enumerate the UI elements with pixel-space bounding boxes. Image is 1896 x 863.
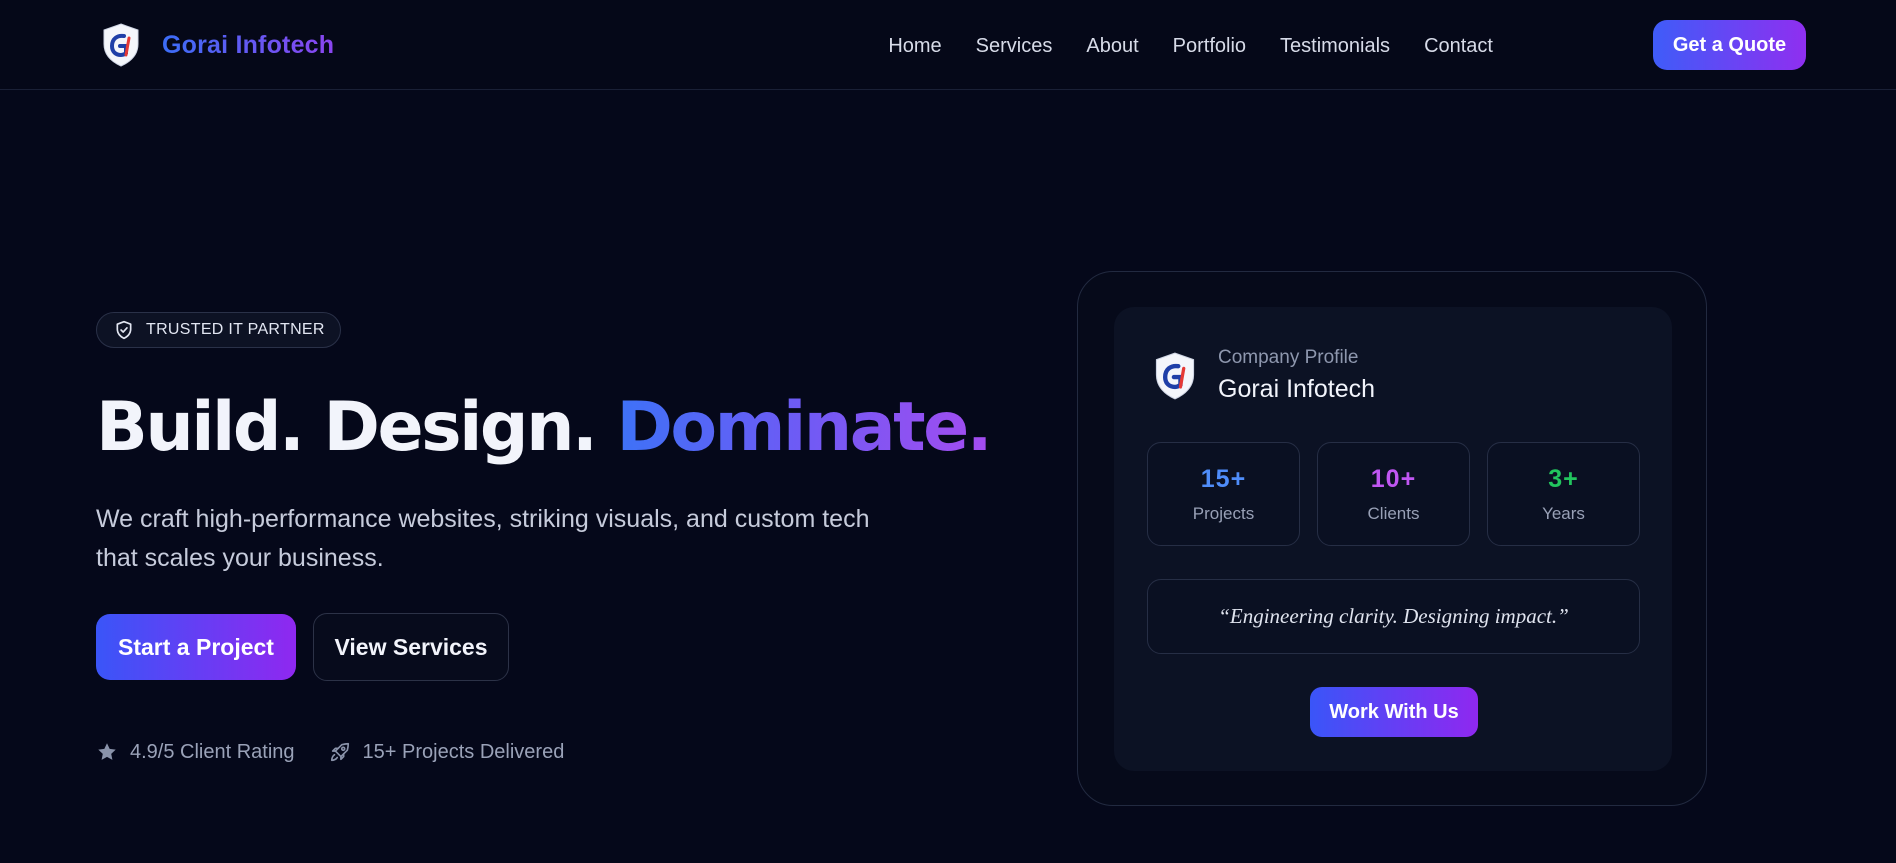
headline-plain: Build. Design. — [96, 388, 617, 467]
work-with-us-button[interactable]: Work With Us — [1310, 687, 1478, 737]
shield-gi-logo-icon — [103, 23, 139, 67]
client-rating-stat: 4.9/5 Client Rating — [96, 741, 295, 764]
headline-accent: Dominate. — [616, 388, 992, 467]
profile-header: Company Profile Gorai Infotech — [1154, 347, 1375, 404]
get-quote-button[interactable]: Get a Quote — [1653, 20, 1806, 70]
main-nav: Home Services About Portfolio Testimonia… — [888, 26, 1493, 66]
shield-gi-logo-icon — [1155, 352, 1195, 400]
shield-check-icon — [116, 320, 132, 340]
stat-value: 15+ — [1200, 464, 1247, 493]
company-quote: “Engineering clarity. Designing impact.” — [1147, 579, 1640, 654]
hero-subtitle: We craft high-performance websites, stri… — [96, 505, 870, 572]
client-rating-label: 4.9/5 Client Rating — [130, 740, 295, 763]
badge-label: TRUSTED IT PARTNER — [146, 321, 325, 338]
projects-delivered-stat: 15+ Projects Delivered — [329, 740, 565, 764]
nav-link-contact[interactable]: Contact — [1424, 35, 1493, 58]
company-profile-panel: Company Profile Gorai Infotech 15+ Proje… — [1114, 307, 1672, 771]
site-header: Gorai Infotech Home Services About Portf… — [0, 0, 1896, 90]
rocket-icon — [330, 742, 349, 762]
trusted-partner-badge: TRUSTED IT PARTNER — [96, 312, 341, 348]
profile-stats: 15+ Projects 10+ Clients 3+ Years — [1147, 442, 1640, 546]
nav-link-portfolio[interactable]: Portfolio — [1173, 35, 1246, 58]
nav-link-testimonials[interactable]: Testimonials — [1280, 35, 1390, 58]
nav-link-home[interactable]: Home — [888, 35, 941, 58]
profile-company-name: Gorai Infotech — [1218, 375, 1376, 403]
stat-box-years: 3+ Years — [1487, 442, 1640, 546]
stat-box-projects: 15+ Projects — [1147, 442, 1300, 546]
brand-logo-link[interactable]: Gorai Infotech — [102, 22, 334, 68]
stat-value: 10+ — [1370, 464, 1417, 493]
start-project-button[interactable]: Start a Project — [96, 614, 296, 680]
hero-headline: Build. Design. Dominate. — [96, 388, 993, 468]
projects-delivered-label: 15+ Projects Delivered — [362, 740, 565, 763]
view-services-button[interactable]: View Services — [313, 613, 509, 681]
company-profile-card: Company Profile Gorai Infotech 15+ Proje… — [1077, 271, 1707, 806]
stat-value: 3+ — [1548, 464, 1579, 493]
profile-label: Company Profile — [1218, 347, 1359, 368]
nav-link-services[interactable]: Services — [976, 35, 1053, 58]
stat-label: Projects — [1192, 503, 1255, 523]
nav-link-about[interactable]: About — [1086, 35, 1138, 58]
stat-box-clients: 10+ Clients — [1317, 442, 1470, 546]
stat-label: Clients — [1367, 503, 1420, 523]
star-icon — [98, 743, 116, 760]
stat-label: Years — [1542, 503, 1585, 523]
brand-name: Gorai Infotech — [162, 30, 335, 59]
hero-stats: 4.9/5 Client Rating 15+ Projects Deliver… — [96, 738, 564, 766]
